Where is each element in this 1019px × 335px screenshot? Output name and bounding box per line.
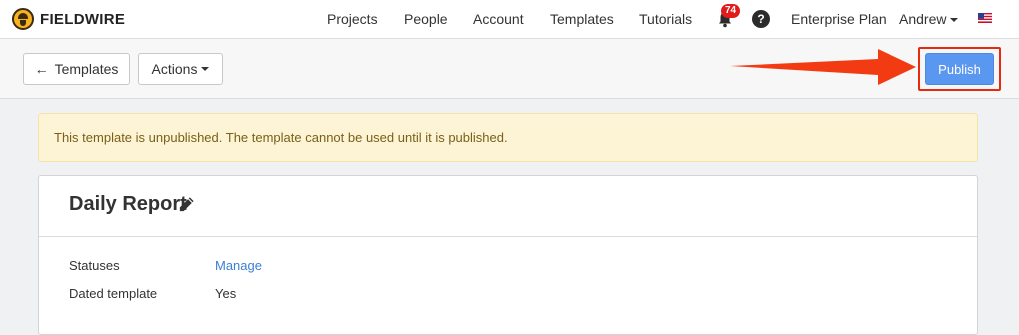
nav-tutorials[interactable]: Tutorials bbox=[639, 11, 692, 27]
panel-header: Daily Report bbox=[39, 176, 977, 237]
caret-down-icon bbox=[201, 67, 210, 71]
back-button-label: Templates bbox=[54, 61, 119, 77]
top-navbar: FIELDWIRE Projects People Account Templa… bbox=[0, 0, 1019, 39]
template-title: Daily Report bbox=[69, 193, 187, 215]
statuses-label: Statuses bbox=[69, 258, 120, 273]
logo-icon bbox=[12, 8, 34, 30]
dated-template-value: Yes bbox=[215, 286, 237, 301]
actions-button-label: Actions bbox=[151, 61, 198, 77]
annotation-arrow bbox=[730, 49, 916, 85]
nav-people[interactable]: People bbox=[404, 11, 448, 27]
unpublished-alert: This template is unpublished. The templa… bbox=[38, 113, 978, 162]
back-to-templates-button[interactable]: ← Templates bbox=[23, 53, 130, 85]
nav-projects[interactable]: Projects bbox=[327, 11, 378, 27]
nav-enterprise-plan[interactable]: Enterprise Plan bbox=[791, 11, 887, 27]
publish-button-label: Publish bbox=[938, 61, 981, 77]
pencil-icon[interactable] bbox=[177, 195, 196, 214]
help-icon[interactable]: ? bbox=[752, 10, 770, 28]
nav-account[interactable]: Account bbox=[473, 11, 524, 27]
brand[interactable]: FIELDWIRE bbox=[12, 7, 125, 31]
caret-down-icon bbox=[950, 18, 959, 23]
template-panel: Daily Report Statuses Manage Dated templ… bbox=[38, 175, 978, 335]
actions-dropdown-button[interactable]: Actions bbox=[138, 53, 223, 85]
manage-statuses-link[interactable]: Manage bbox=[215, 258, 262, 273]
nav-templates[interactable]: Templates bbox=[550, 11, 614, 27]
notification-badge: 74 bbox=[721, 4, 741, 18]
alert-text: This template is unpublished. The templa… bbox=[54, 130, 508, 145]
brand-name: FIELDWIRE bbox=[40, 10, 126, 28]
flag-icon[interactable] bbox=[978, 13, 992, 23]
publish-button[interactable]: Publish bbox=[925, 53, 994, 85]
user-name: Andrew bbox=[899, 11, 947, 27]
user-menu[interactable]: Andrew bbox=[899, 11, 959, 27]
dated-template-label: Dated template bbox=[69, 286, 158, 301]
arrow-left-icon: ← bbox=[34, 61, 49, 77]
